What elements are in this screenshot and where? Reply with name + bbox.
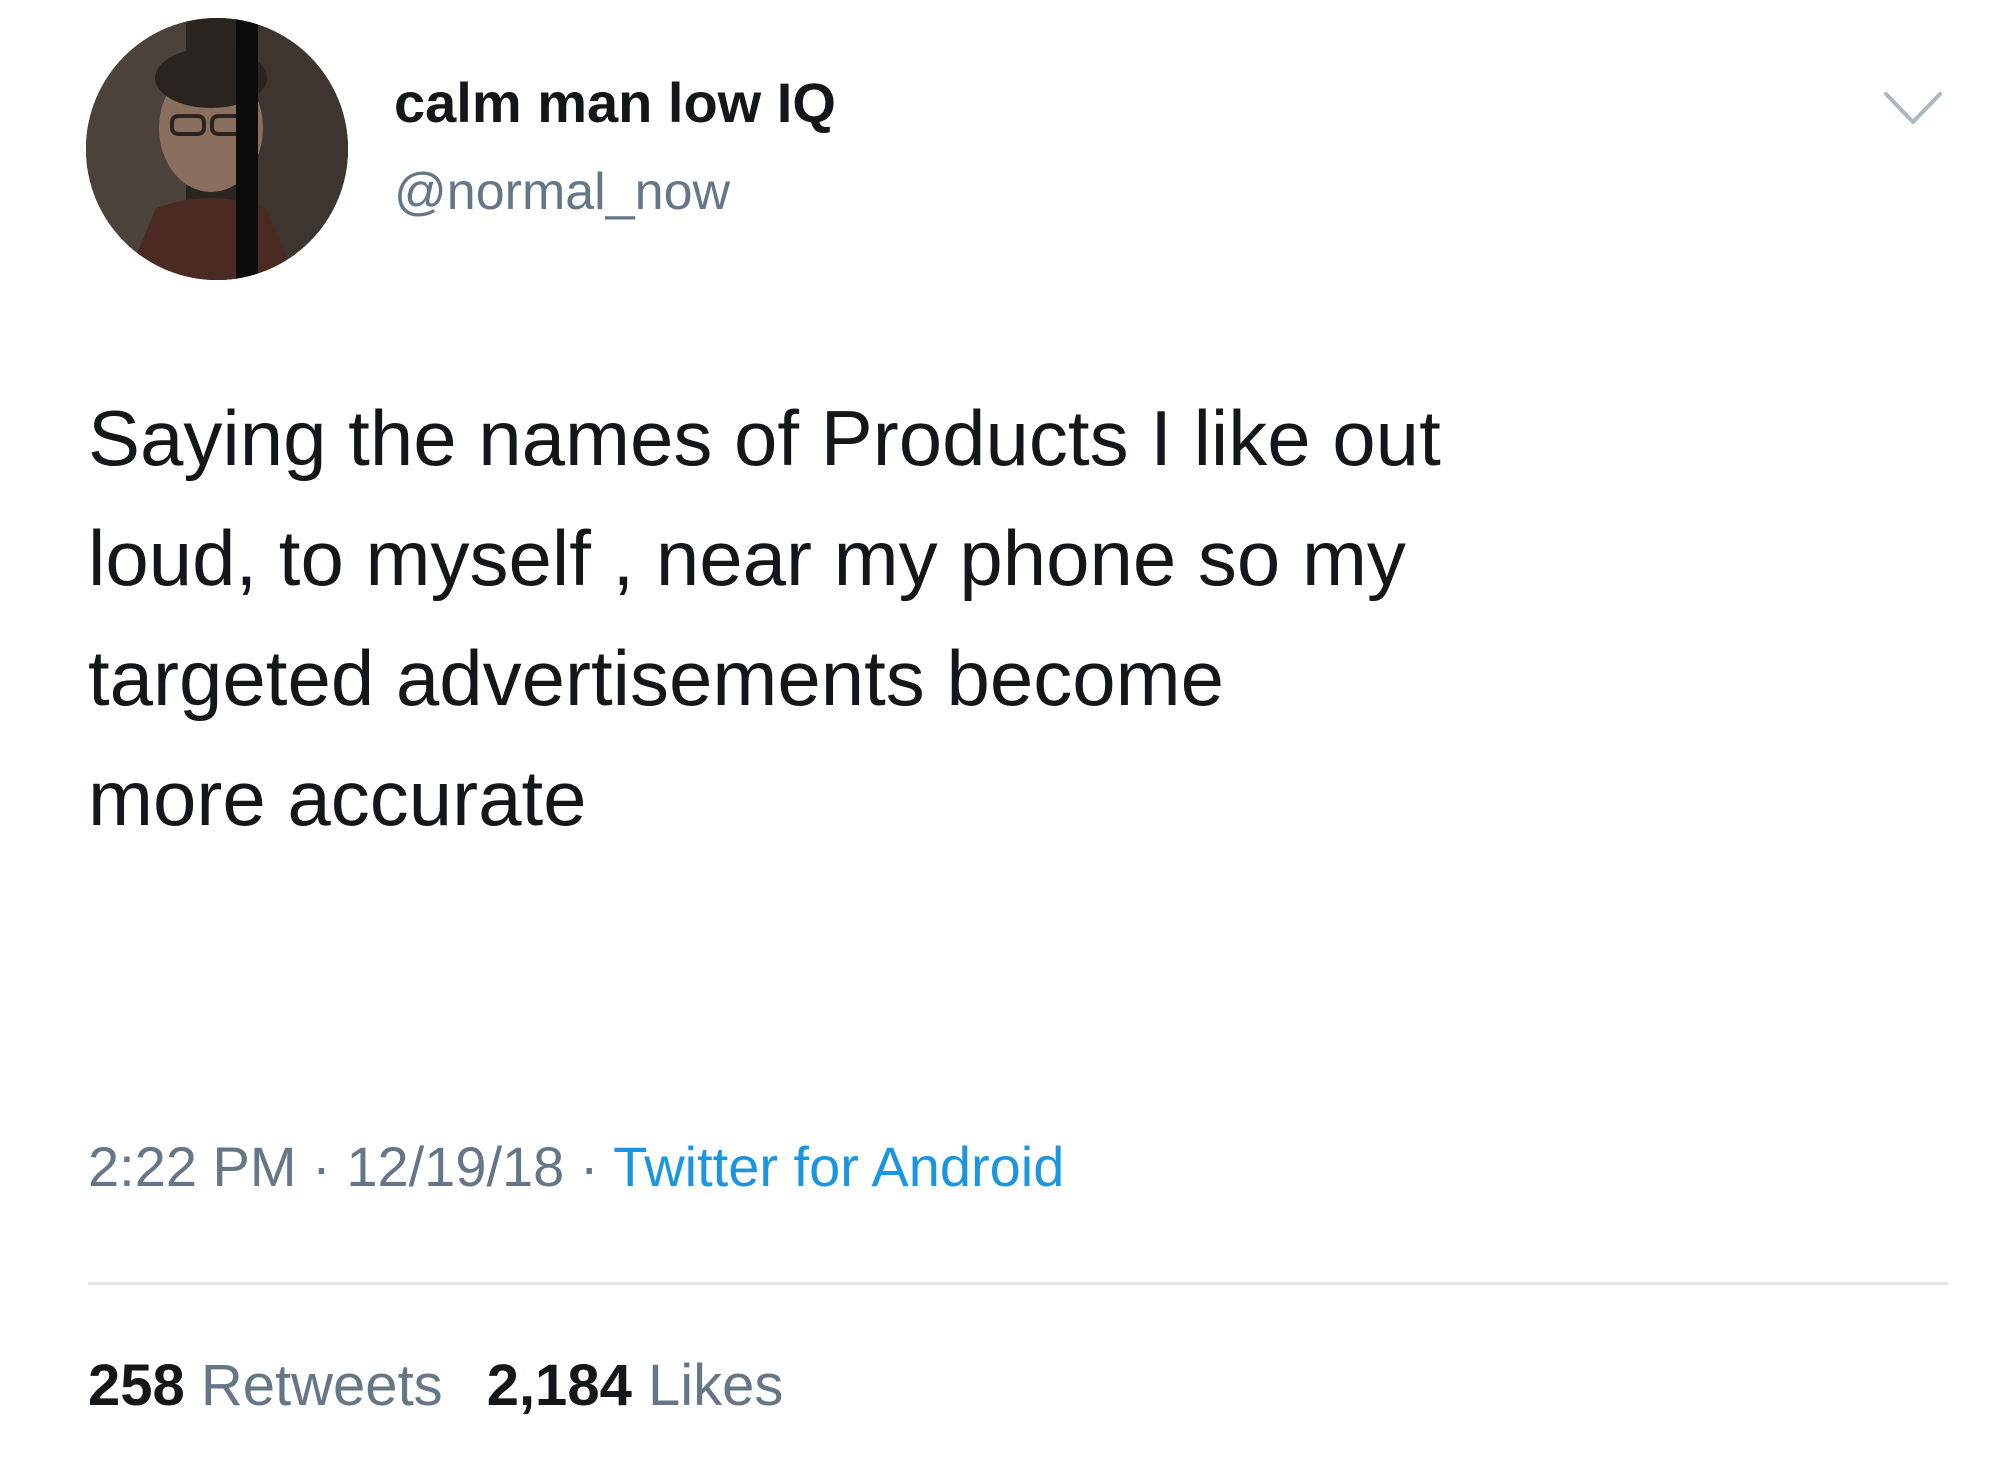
- tweet-text-line: more accurate: [88, 754, 587, 842]
- retweets-count: 258: [88, 1353, 185, 1418]
- divider: [88, 1282, 1948, 1285]
- retweets-label: Retweets: [200, 1353, 443, 1418]
- avatar[interactable]: [86, 18, 348, 280]
- meta-separator: ·: [296, 1135, 347, 1198]
- tweet-source-link[interactable]: Twitter for Android: [613, 1135, 1064, 1198]
- tweet-time[interactable]: 2:22 PM: [88, 1135, 297, 1198]
- tweet-metadata: 2:22 PM · 12/19/18 · Twitter for Android: [88, 1134, 1064, 1199]
- likes-count: 2,184: [486, 1353, 632, 1418]
- likes-label: Likes: [647, 1353, 784, 1418]
- tweet-text: Saying the names of Products I like out …: [88, 378, 1978, 858]
- meta-separator: ·: [564, 1135, 614, 1198]
- tweet-date[interactable]: 12/19/18: [346, 1135, 564, 1198]
- tweet-text-line: loud, to myself , near my phone so my: [88, 514, 1406, 602]
- tweet-text-line: targeted advertisements become: [88, 634, 1224, 722]
- user-handle[interactable]: @normal_now: [394, 162, 730, 222]
- tweet-stats: 258 Retweets 2,184 Likes: [88, 1352, 827, 1419]
- chevron-down-icon[interactable]: [1882, 88, 1944, 128]
- likes-stat[interactable]: 2,184 Likes: [487, 1353, 784, 1418]
- tweet-card: calm man low IQ @normal_now Saying the n…: [0, 0, 2000, 1458]
- display-name[interactable]: calm man low IQ: [394, 70, 836, 135]
- tweet-text-line: Saying the names of Products I like out: [88, 394, 1441, 482]
- avatar-photo: [86, 18, 348, 280]
- retweets-stat[interactable]: 258 Retweets: [88, 1353, 443, 1418]
